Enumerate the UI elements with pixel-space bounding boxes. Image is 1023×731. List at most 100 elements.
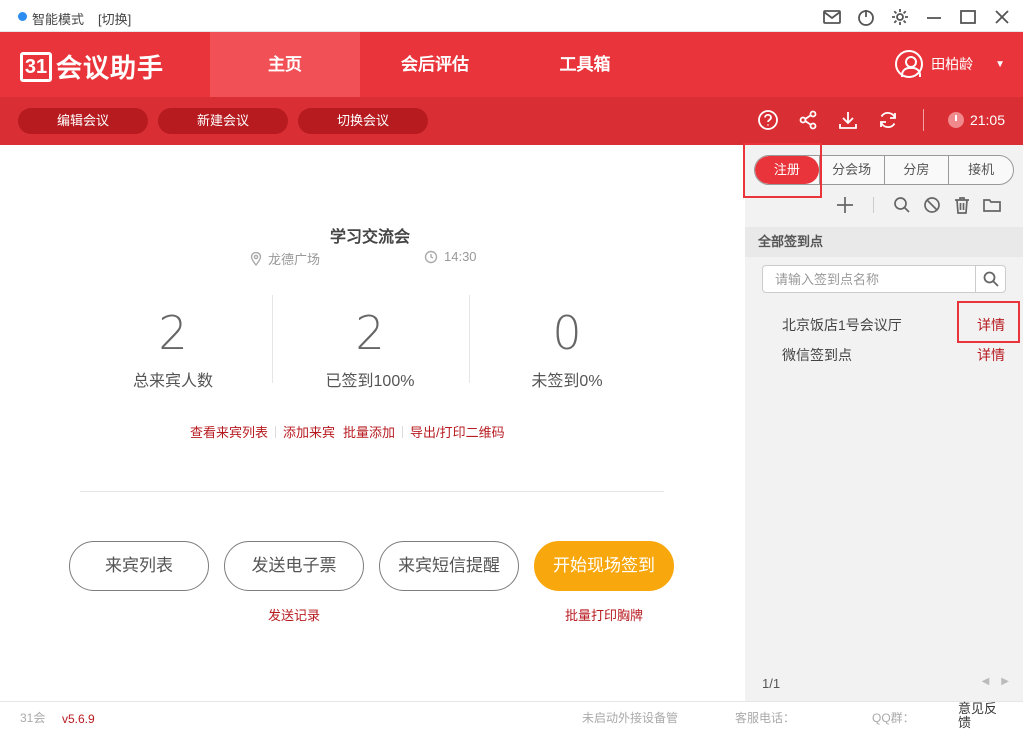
pager-arrows: ◀ ▶ xyxy=(982,676,1009,687)
tab-pickup[interactable]: 接机 xyxy=(948,156,1013,184)
power-icon[interactable] xyxy=(853,4,879,30)
minimize-icon[interactable] xyxy=(921,4,947,30)
detail-link[interactable]: 详情 xyxy=(977,345,1005,365)
avatar-icon xyxy=(895,50,924,78)
tab-toolbox[interactable]: 工具箱 xyxy=(510,32,660,97)
mode-switch-link[interactable]: [切换] xyxy=(98,9,131,28)
mode-label: 智能模式 xyxy=(32,12,85,27)
folder-icon[interactable] xyxy=(982,195,1002,215)
search-icon[interactable] xyxy=(892,195,912,215)
tab-rooms[interactable]: 分房 xyxy=(883,156,949,184)
gear-icon[interactable] xyxy=(887,4,913,30)
switch-meeting-button[interactable]: 切换会议 xyxy=(298,108,428,134)
tab-sub-venue[interactable]: 分会场 xyxy=(818,156,884,184)
download-icon[interactable] xyxy=(837,109,859,131)
add-icon[interactable] xyxy=(835,195,855,215)
caret-down-icon: ▼ xyxy=(995,58,1005,70)
meeting-dashboard: 学习交流会 龙德广场 14:30 2 总来宾人数 2 已签到100% 0 未签到… xyxy=(0,145,745,701)
stat-not-checked-in: 0 未签到0% xyxy=(468,305,666,391)
service-phone: 客服电话： xyxy=(735,711,796,725)
stat-label: 总来宾人数 xyxy=(132,373,213,390)
logo-mark: 31 xyxy=(20,51,52,82)
app-header: 31 会议助手 主页 会后评估 工具箱 田柏龄 ▼ xyxy=(0,32,1023,97)
logo-text: 会议助手 xyxy=(56,53,165,83)
tab-evaluation[interactable]: 会后评估 xyxy=(360,32,510,97)
maximize-icon[interactable] xyxy=(955,4,981,30)
batch-add-link[interactable]: 批量添加 xyxy=(343,422,395,441)
view-guest-list-link[interactable]: 查看来宾列表 xyxy=(190,422,268,441)
feedback-link[interactable]: 意见反馈 xyxy=(958,702,1008,730)
sms-reminder-button[interactable]: 来宾短信提醒 xyxy=(379,541,519,591)
panel-icons xyxy=(835,195,1002,215)
message-icon[interactable] xyxy=(819,4,845,30)
qq-group: QQ群： xyxy=(872,711,915,725)
toolbar-divider xyxy=(922,109,924,131)
location-text: 龙德广场 xyxy=(268,252,321,267)
status-bar: 31会 v5.6.9 未启动外接设备管 客服电话： QQ群： 意见反馈 xyxy=(0,701,1023,731)
version-label: v5.6.9 xyxy=(62,712,95,726)
highlight-box xyxy=(743,143,822,198)
highlight-box xyxy=(957,301,1020,343)
clock-time: 21:05 xyxy=(969,112,1005,128)
export-qr-link[interactable]: 导出/打印二维码 xyxy=(410,422,505,441)
checkin-point-name: 微信签到点 xyxy=(782,347,852,363)
device-status: 未启动外接设备管 xyxy=(582,711,679,725)
main-nav: 主页 会后评估 工具箱 xyxy=(210,32,660,97)
stat-value: 0 xyxy=(552,306,582,360)
new-meeting-button[interactable]: 新建会议 xyxy=(158,108,288,134)
time-text: 14:30 xyxy=(444,249,477,264)
icon-divider xyxy=(873,197,874,213)
disable-icon[interactable] xyxy=(922,195,942,215)
location-pin-icon xyxy=(250,251,262,266)
app-logo: 31 会议助手 xyxy=(20,48,164,85)
refresh-icon[interactable] xyxy=(877,109,899,131)
search-input[interactable] xyxy=(763,266,975,292)
stat-value: 2 xyxy=(355,306,385,360)
start-checkin-button[interactable]: 开始现场签到 xyxy=(534,541,674,591)
window-controls xyxy=(819,4,1015,30)
section-title: 全部签到点 xyxy=(745,227,1023,257)
user-menu[interactable]: 田柏龄 ▼ xyxy=(895,50,1005,78)
list-item: 微信签到点 详情 xyxy=(782,341,1022,367)
clock-outline-icon xyxy=(424,250,438,263)
edit-meeting-button[interactable]: 编辑会议 xyxy=(18,108,148,134)
stat-value: 2 xyxy=(158,306,188,360)
prev-page-icon[interactable]: ◀ xyxy=(982,676,990,687)
user-name: 田柏龄 xyxy=(931,56,974,72)
clock-icon xyxy=(947,112,964,128)
stat-total-guests: 2 总来宾人数 xyxy=(74,305,272,391)
link-divider xyxy=(402,425,404,438)
meeting-location: 龙德广场 xyxy=(250,249,320,268)
tab-home[interactable]: 主页 xyxy=(210,32,360,97)
guest-list-button[interactable]: 来宾列表 xyxy=(69,541,209,591)
share-icon[interactable] xyxy=(797,109,819,131)
meeting-toolbar: 编辑会议 新建会议 切换会议 21:05 xyxy=(0,97,1023,145)
close-icon[interactable] xyxy=(989,4,1015,30)
brand-label: 31会 xyxy=(20,711,46,725)
print-badges-link[interactable]: 批量打印胸牌 xyxy=(565,605,643,624)
search-button[interactable] xyxy=(975,266,1005,292)
link-divider xyxy=(275,425,277,438)
stat-label: 已签到100% xyxy=(325,373,415,390)
divider xyxy=(80,491,664,492)
mode-status-icon xyxy=(18,12,27,21)
stat-checked-in: 2 已签到100% xyxy=(271,305,469,391)
checkin-panel: 注册 分会场 分房 接机 全部签到点 北京饭店1号会议厅 详情 xyxy=(743,143,1023,701)
stat-label: 未签到0% xyxy=(531,373,603,390)
title-bar: 智能模式 [切换] xyxy=(0,0,1023,32)
checkin-point-name: 北京饭店1号会议厅 xyxy=(782,317,902,333)
search-icon xyxy=(983,271,999,287)
guest-actions: 查看来宾列表 添加来宾 批量添加 导出/打印二维码 xyxy=(190,422,505,441)
pager: 1/1 xyxy=(762,676,781,691)
checkin-point-search xyxy=(762,265,1006,293)
toolbar-icons: 21:05 xyxy=(757,109,1005,131)
send-record-link[interactable]: 发送记录 xyxy=(268,605,320,624)
clock: 21:05 xyxy=(947,112,1005,128)
add-guest-link[interactable]: 添加来宾 xyxy=(283,422,335,441)
meeting-title: 学习交流会 xyxy=(329,229,410,246)
send-ticket-button[interactable]: 发送电子票 xyxy=(224,541,364,591)
help-icon[interactable] xyxy=(757,109,779,131)
next-page-icon[interactable]: ▶ xyxy=(1001,676,1009,687)
trash-icon[interactable] xyxy=(952,195,972,215)
meeting-time: 14:30 xyxy=(424,249,477,264)
